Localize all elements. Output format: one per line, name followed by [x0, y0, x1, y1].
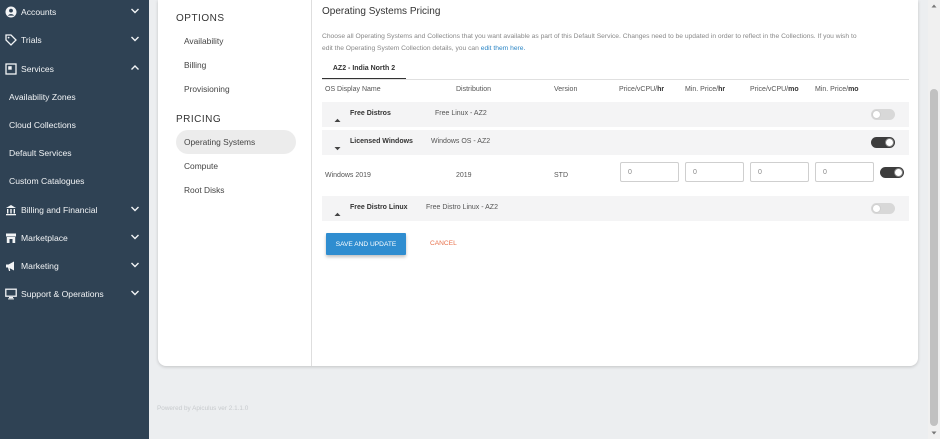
- cancel-button[interactable]: CANCEL: [430, 240, 457, 247]
- bank-icon: [5, 204, 17, 216]
- col-price-vcpu-hr: Price/vCPU/hr: [619, 86, 665, 93]
- footer-version: Powered by Apiculus ver 2.1.1.0: [157, 405, 249, 412]
- chevron-down-icon: [130, 260, 140, 270]
- os-pricing-pane: Operating Systems Pricing Choose all Ope…: [322, 0, 910, 366]
- options-heading: OPTIONS: [176, 13, 225, 24]
- subnav-availability[interactable]: Availability: [184, 36, 223, 46]
- caret-down-icon: [334, 139, 341, 151]
- caret-up-icon: [334, 205, 341, 216]
- col-min-price-mo: Min. Price/mo: [815, 86, 859, 93]
- edit-collection-link[interactable]: edit them here.: [481, 45, 526, 52]
- group-name: Free Distro Linux: [350, 204, 408, 211]
- os-group-row[interactable]: Licensed Windows Windows OS - AZ2: [322, 130, 909, 155]
- min-price-mo-input[interactable]: [815, 162, 874, 182]
- monitor-icon: [5, 288, 17, 300]
- sidebar-item-label: Support & Operations: [21, 289, 104, 299]
- group-enable-toggle[interactable]: [871, 109, 895, 120]
- sidebar-item-label: Marketing: [21, 261, 59, 271]
- sidebar-item-label: Accounts: [21, 7, 57, 17]
- toggle-knob: [885, 138, 894, 147]
- page-description: Choose all Operating Systems and Collect…: [322, 31, 908, 54]
- group-collection: Free Linux - AZ2: [435, 110, 487, 117]
- sidebar-item-accounts[interactable]: Accounts: [0, 1, 149, 23]
- col-distribution: Distribution: [456, 86, 492, 93]
- os-version: STD: [554, 172, 568, 179]
- scroll-up-icon[interactable]: [931, 3, 937, 9]
- tab-az2-india-north-2[interactable]: AZ2 - India North 2: [322, 62, 406, 80]
- sidebar-item-marketplace[interactable]: Marketplace: [0, 227, 149, 249]
- os-group-row[interactable]: Free Distro Linux Free Distro Linux - AZ…: [322, 196, 909, 221]
- toggle-knob: [872, 204, 881, 213]
- sidebar-item-services[interactable]: Services: [0, 58, 149, 80]
- sidebar-item-label: Services: [21, 64, 54, 74]
- os-group-row[interactable]: Free Distros Free Linux - AZ2: [322, 102, 909, 127]
- sidebar-item-label: Custom Catalogues: [9, 176, 85, 186]
- description-text: Choose all Operating Systems and Collect…: [322, 33, 857, 40]
- chevron-down-icon: [130, 232, 140, 242]
- chevron-down-icon: [130, 34, 140, 44]
- price-vcpu-hr-input[interactable]: [620, 162, 679, 182]
- os-display-name: Windows 2019: [325, 172, 371, 179]
- col-price-vcpu-mo: Price/vCPU/mo: [750, 86, 799, 93]
- subnav-operating-systems[interactable]: Operating Systems: [184, 137, 255, 147]
- sidebar-item-trials[interactable]: Trials: [0, 29, 149, 51]
- subnav-billing[interactable]: Billing: [184, 60, 206, 70]
- sidebar-item-cloud-collections[interactable]: Cloud Collections: [0, 114, 149, 136]
- group-name: Licensed Windows: [350, 138, 413, 145]
- col-min-price-hr: Min. Price/hr: [685, 86, 726, 93]
- toggle-knob: [894, 168, 903, 177]
- sidebar-item-billing-financial[interactable]: Billing and Financial: [0, 199, 149, 221]
- subnav-provisioning[interactable]: Provisioning: [184, 84, 230, 94]
- sidebar-item-label: Trials: [21, 35, 42, 45]
- store-icon: [5, 232, 17, 244]
- os-distribution: 2019: [456, 172, 472, 179]
- megaphone-icon: [5, 260, 17, 272]
- chevron-up-icon: [130, 63, 140, 73]
- sidebar-item-availability-zones[interactable]: Availability Zones: [0, 86, 149, 108]
- tab-divider: [322, 79, 909, 80]
- chevron-down-icon: [130, 204, 140, 214]
- page-scrollbar[interactable]: [928, 0, 940, 439]
- user-circle-icon: [5, 6, 17, 18]
- os-enable-toggle[interactable]: [880, 167, 904, 178]
- chevron-down-icon: [130, 6, 140, 16]
- subnav-root-disks[interactable]: Root Disks: [184, 185, 225, 195]
- sidebar-item-label: Availability Zones: [9, 92, 76, 102]
- sidebar-item-label: Billing and Financial: [21, 205, 98, 215]
- sidebar-item-support-operations[interactable]: Support & Operations: [0, 283, 149, 305]
- sub-navigation: OPTIONS Availability Billing Provisionin…: [158, 0, 312, 366]
- caret-up-icon: [334, 111, 341, 122]
- toggle-knob: [872, 110, 881, 119]
- sidebar-item-marketing[interactable]: Marketing: [0, 255, 149, 277]
- sidebar: Accounts Trials Services Availability Zo…: [0, 0, 149, 439]
- min-price-hr-input[interactable]: [685, 162, 744, 182]
- sidebar-item-custom-catalogues[interactable]: Custom Catalogues: [0, 170, 149, 192]
- group-collection: Windows OS - AZ2: [431, 138, 491, 145]
- group-name: Free Distros: [350, 110, 391, 117]
- scrollbar-thumb[interactable]: [930, 89, 938, 426]
- save-and-update-button[interactable]: SAVE AND UPDATE: [326, 233, 406, 255]
- col-os-display-name: OS Display Name: [325, 86, 381, 93]
- content-card: OPTIONS Availability Billing Provisionin…: [158, 0, 918, 366]
- group-enable-toggle[interactable]: [871, 203, 895, 214]
- group-collection: Free Distro Linux - AZ2: [426, 204, 498, 211]
- sidebar-item-label: Default Services: [9, 148, 72, 158]
- page-title: Operating Systems Pricing: [322, 6, 441, 17]
- price-vcpu-mo-input[interactable]: [750, 162, 809, 182]
- sidebar-item-label: Marketplace: [21, 233, 68, 243]
- chevron-down-icon: [130, 288, 140, 298]
- tag-icon: [5, 34, 17, 46]
- sidebar-item-label: Cloud Collections: [9, 120, 76, 130]
- sidebar-item-default-services[interactable]: Default Services: [0, 142, 149, 164]
- col-version: Version: [554, 86, 578, 93]
- scroll-down-icon[interactable]: [931, 430, 937, 436]
- subnav-compute[interactable]: Compute: [184, 161, 218, 171]
- group-enable-toggle[interactable]: [871, 137, 895, 148]
- services-icon: [5, 63, 17, 75]
- description-text: edit the Operating System Collection det…: [322, 44, 479, 52]
- pricing-heading: PRICING: [176, 114, 222, 125]
